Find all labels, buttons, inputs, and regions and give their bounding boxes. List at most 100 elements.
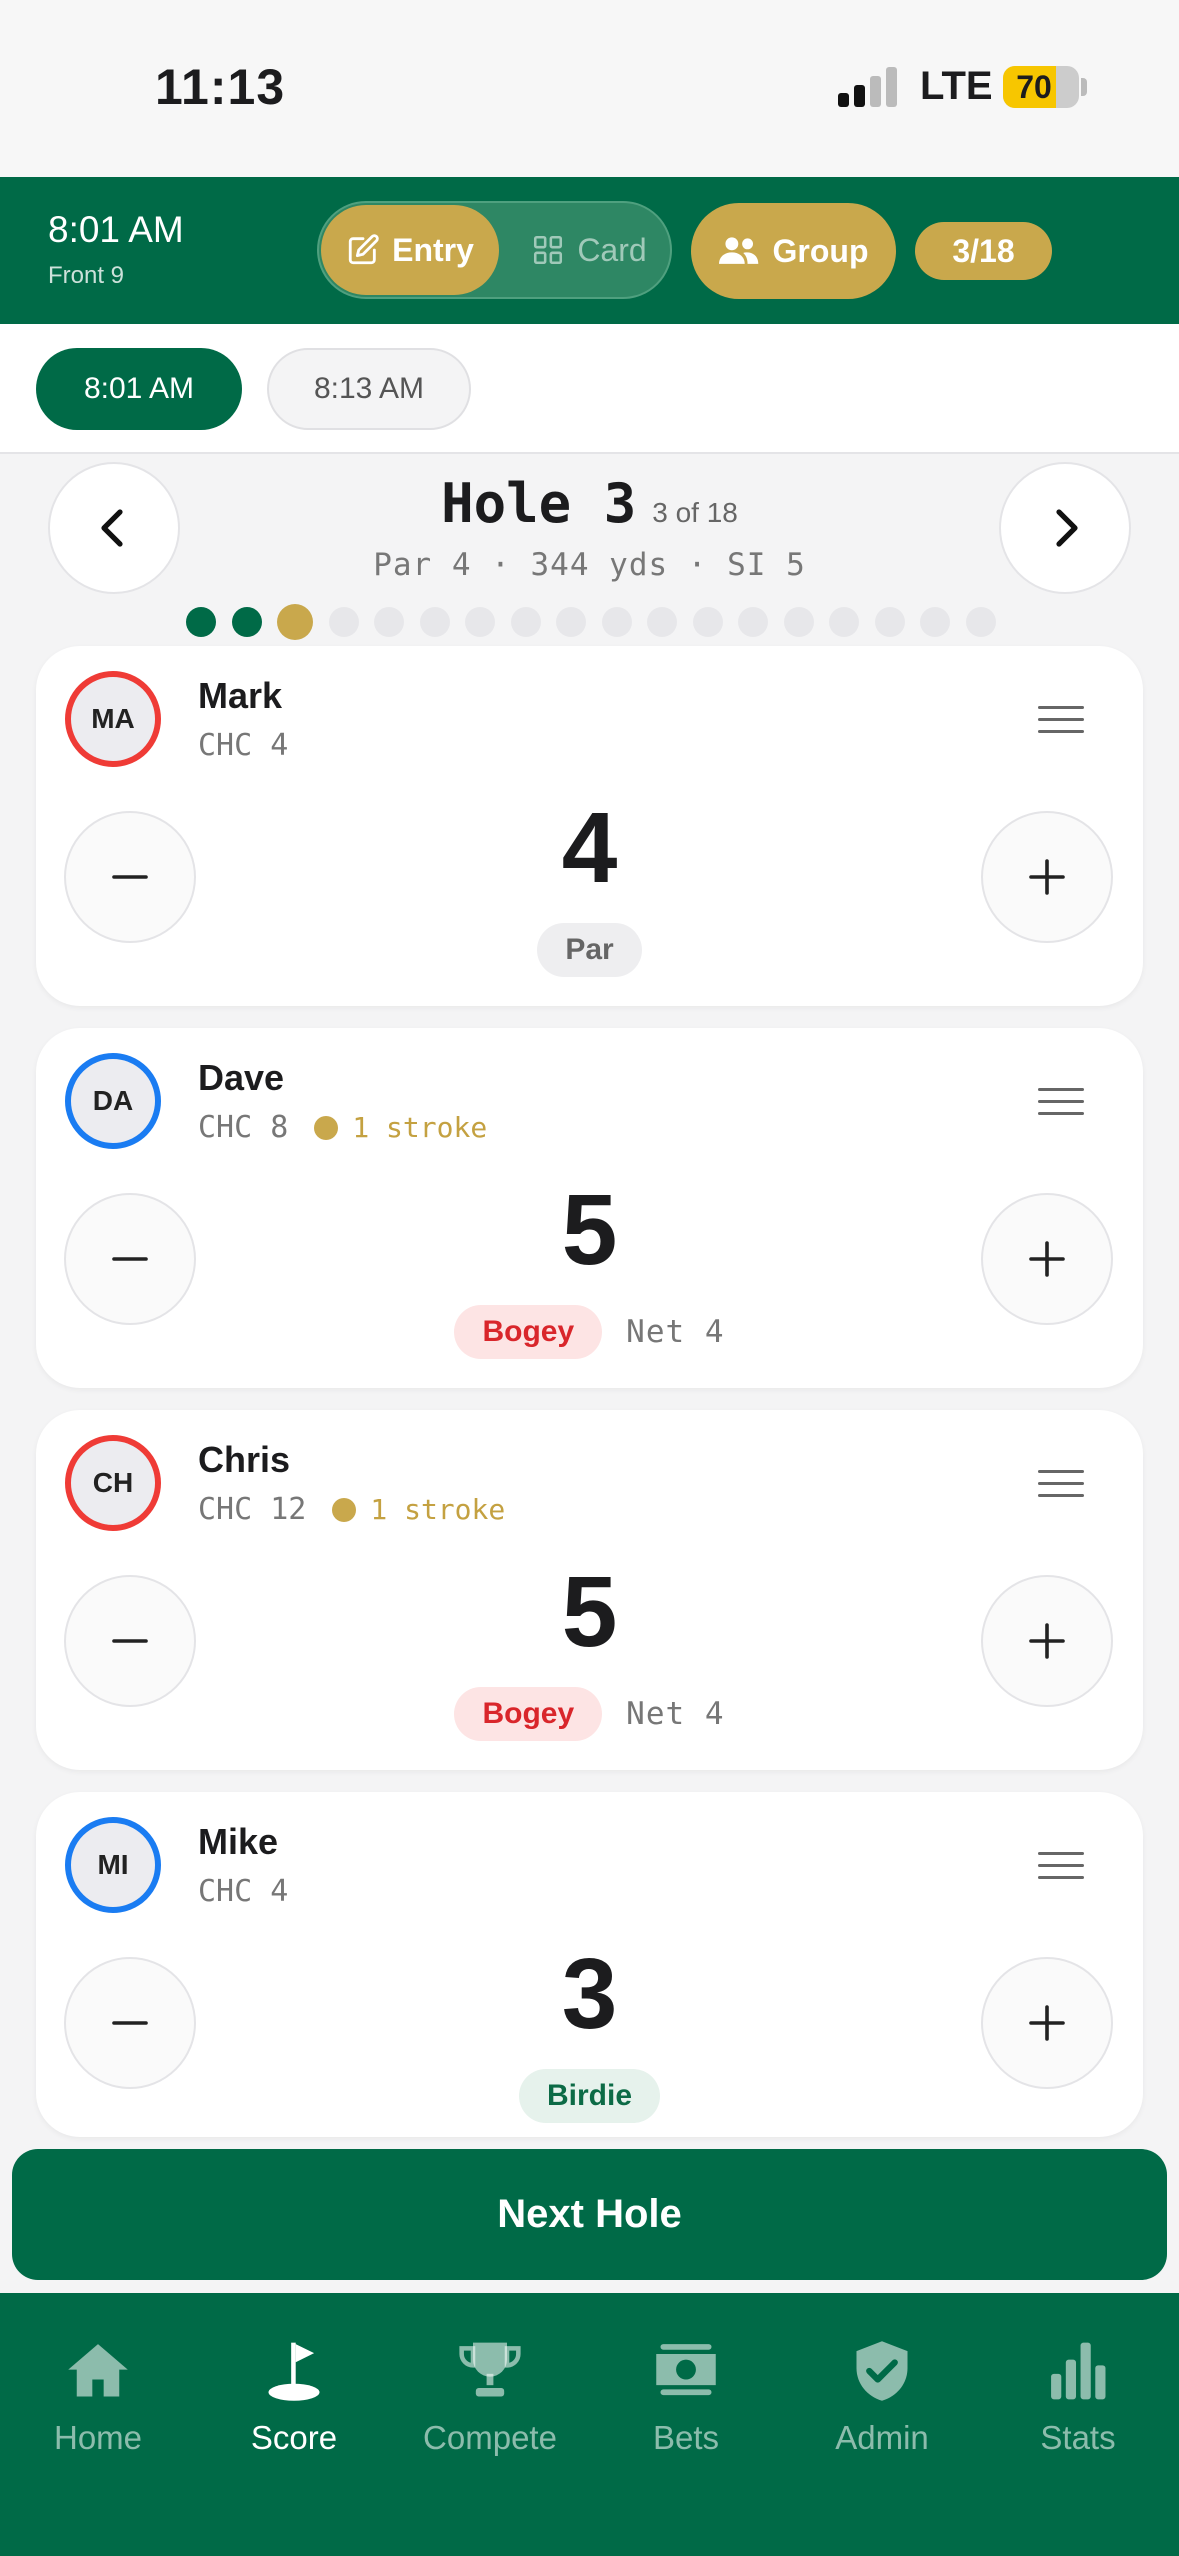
hole-progress-badge[interactable]: 3/18: [915, 222, 1052, 280]
tab-label: Home: [53, 2419, 143, 2456]
hole-dot[interactable]: [601, 607, 632, 637]
hole-dot[interactable]: [783, 607, 814, 637]
bar-chart-icon: [1051, 2342, 1106, 2400]
battery-icon: 70: [1003, 66, 1079, 108]
hole-dot[interactable]: [920, 607, 950, 637]
player-avatar: CH: [65, 1435, 161, 1531]
plus-icon: [1029, 1623, 1065, 1659]
status-time: 11:13: [155, 59, 286, 115]
hole-dot-completed[interactable]: [231, 607, 262, 637]
player-name: Dave: [198, 1057, 285, 1098]
tab-label: Bets: [652, 2419, 720, 2456]
group-button[interactable]: Group: [691, 203, 896, 299]
drag-handle-icon[interactable]: [1038, 706, 1084, 734]
score-value: 4: [561, 792, 618, 904]
hole-dot[interactable]: [965, 607, 996, 637]
hole-dot-completed[interactable]: [186, 607, 216, 637]
net-score: Net 4: [626, 1696, 725, 1732]
player-card: DA Dave CHC 8 1 stroke 5 Bogey Net 4: [36, 1028, 1143, 1388]
hole-dot[interactable]: [465, 607, 495, 637]
tab-admin[interactable]: Admin: [784, 2337, 980, 2467]
score-result-row: Birdie: [36, 2069, 1143, 2123]
player-name: Chris: [198, 1439, 291, 1480]
hole-dot[interactable]: [510, 607, 541, 637]
tee-time: 8:01 AM: [48, 209, 184, 250]
home-icon: [68, 2344, 128, 2397]
hole-dot[interactable]: [419, 607, 450, 637]
drag-handle-icon[interactable]: [1038, 1470, 1084, 1498]
net-score: Net 4: [626, 1314, 725, 1350]
player-name: Mike: [198, 1821, 279, 1862]
tab-label: Stats: [1040, 2419, 1116, 2456]
player-handicap-row: CHC 12 1 stroke: [198, 1492, 505, 1527]
tab-home[interactable]: Home: [0, 2337, 196, 2467]
battery-level: 70: [1016, 69, 1052, 105]
stroke-label: 1 stroke: [370, 1493, 506, 1526]
stroke-dot-icon: [314, 1115, 339, 1140]
player-avatar: MI: [65, 1817, 161, 1913]
next-hole-arrow-button[interactable]: [999, 462, 1131, 594]
player-handicap: CHC 4: [198, 728, 289, 763]
hole-dot-current[interactable]: [277, 604, 313, 640]
network-type: LTE: [920, 64, 993, 108]
round-header: 8:01 AM Front 9 Entry Card Group 3/18: [0, 177, 1179, 324]
group-label: Group: [772, 232, 869, 269]
next-hole-button[interactable]: Next Hole: [12, 2149, 1167, 2280]
money-icon: [656, 2344, 716, 2396]
player-card: CH Chris CHC 12 1 stroke 5 Bogey Net 4: [36, 1410, 1143, 1770]
hole-dot[interactable]: [692, 607, 723, 637]
grid-icon: [534, 235, 563, 265]
hole-dot[interactable]: [374, 607, 404, 637]
card-tab[interactable]: Card: [509, 205, 669, 295]
users-icon: [718, 237, 758, 264]
tab-label: Score: [250, 2419, 338, 2456]
score-result-badge: Birdie: [518, 2069, 661, 2123]
tab-score[interactable]: Score: [196, 2337, 392, 2467]
stroke-indicator: 1 stroke: [332, 1493, 505, 1526]
score-result-row: Par: [36, 923, 1143, 977]
hole-dot[interactable]: [647, 607, 677, 637]
score-result-badge: Bogey: [454, 1305, 603, 1359]
stroke-label: 1 stroke: [352, 1111, 488, 1144]
tab-bets[interactable]: Bets: [588, 2337, 784, 2467]
score-result-badge: Bogey: [454, 1687, 603, 1741]
tab-label: Compete: [423, 2419, 557, 2456]
tab-stats[interactable]: Stats: [980, 2337, 1176, 2467]
score-result-badge: Par: [537, 923, 642, 977]
chevron-right-icon: [1056, 509, 1078, 547]
plus-icon: [1029, 859, 1065, 895]
tab-label: Admin: [835, 2419, 929, 2456]
stroke-indicator: 1 stroke: [314, 1111, 487, 1144]
flag-icon: [268, 2342, 320, 2401]
drag-handle-icon[interactable]: [1038, 1852, 1084, 1880]
tee-time-tab[interactable]: 8:13 AM: [267, 348, 471, 430]
score-result-row: Bogey Net 4: [36, 1687, 1143, 1741]
plus-icon: [1029, 1241, 1065, 1277]
hole-dot[interactable]: [874, 607, 905, 637]
hole-count: 3 of 18: [652, 497, 738, 528]
hole-dot[interactable]: [738, 607, 768, 637]
card-label: Card: [577, 231, 647, 268]
score-value: 5: [561, 1556, 618, 1668]
hole-dot[interactable]: [556, 607, 586, 637]
hole-dot[interactable]: [829, 607, 859, 637]
drag-handle-icon[interactable]: [1038, 1088, 1084, 1116]
score-result-row: Bogey Net 4: [36, 1305, 1143, 1359]
hole-dot[interactable]: [328, 607, 359, 637]
course-segment: Front 9: [48, 262, 125, 289]
tab-compete[interactable]: Compete: [392, 2337, 588, 2467]
tee-time-tab-active[interactable]: 8:01 AM: [36, 348, 242, 430]
plus-icon: [1029, 2005, 1065, 2041]
battery-cap: [1081, 78, 1087, 96]
entry-tab[interactable]: Entry: [321, 205, 499, 295]
hole-details: Par 4 · 344 yds · SI 5: [373, 547, 806, 583]
player-handicap: CHC 4: [198, 1874, 289, 1909]
trophy-icon: [459, 2342, 521, 2397]
player-card: MA Mark CHC 4 4 Par: [36, 646, 1143, 1006]
player-handicap-row: CHC 8 1 stroke: [198, 1110, 487, 1145]
view-toggle: Entry Card: [317, 201, 672, 299]
entry-label: Entry: [392, 231, 474, 268]
player-handicap: CHC 12: [198, 1492, 307, 1527]
stroke-dot-icon: [332, 1497, 357, 1522]
player-name: Mark: [198, 675, 283, 716]
